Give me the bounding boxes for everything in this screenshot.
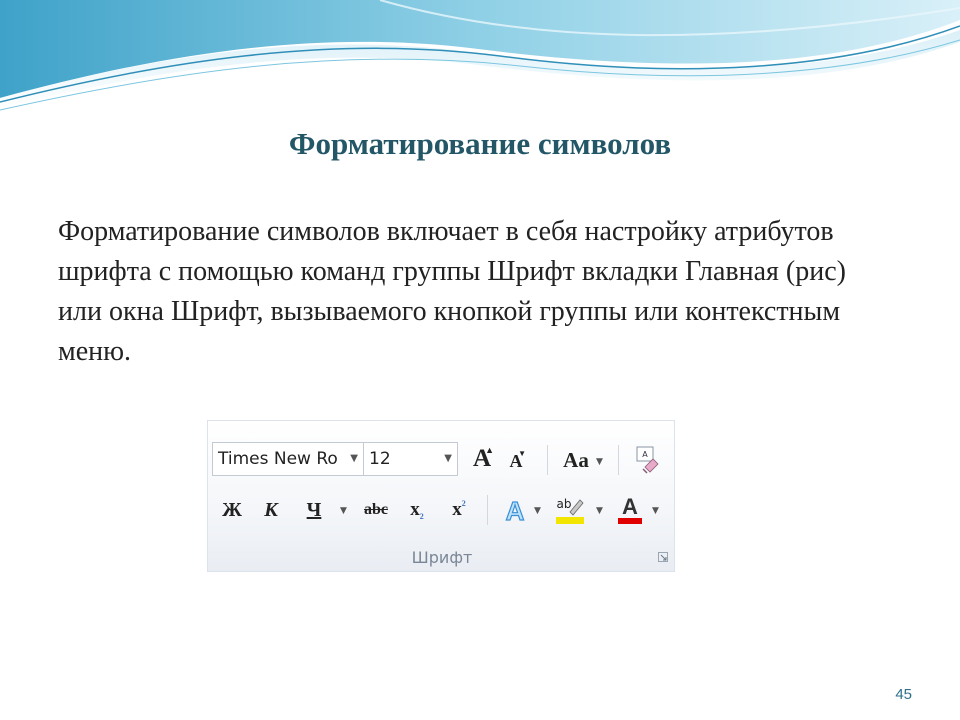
subscript-mark: 2: [419, 511, 424, 521]
clear-formatting-glyph: A: [642, 450, 648, 459]
italic-glyph: К: [264, 498, 278, 521]
bold-button[interactable]: Ж: [216, 495, 248, 525]
strikethrough-glyph: abc: [364, 501, 388, 518]
superscript-button[interactable]: x2: [444, 495, 474, 525]
italic-button[interactable]: К: [256, 495, 286, 525]
toolbar-separator: [618, 445, 619, 475]
highlight-button[interactable]: ab: [552, 493, 588, 527]
font-color-glyph: A: [622, 494, 638, 519]
subscript-glyph: x: [410, 499, 420, 520]
header-wave-decoration: [0, 0, 960, 111]
dialog-launcher-icon[interactable]: [658, 552, 668, 562]
font-color-icon: A: [618, 494, 642, 524]
superscript-glyph: x: [452, 499, 462, 520]
slide-title: Форматирование символов: [288, 126, 672, 161]
font-color-button[interactable]: A: [614, 493, 646, 527]
text-effects-icon: A: [505, 495, 525, 525]
text-effects-dropdown-icon[interactable]: ▼: [534, 506, 541, 516]
change-case-button[interactable]: Aa: [556, 445, 596, 475]
clear-formatting-icon: A: [636, 446, 659, 474]
superscript-mark: 2: [461, 498, 466, 508]
clear-formatting-button[interactable]: A: [628, 443, 664, 477]
highlight-glyph: ab: [557, 497, 572, 511]
font-name-combo[interactable]: Times New Ro ▼: [212, 442, 364, 476]
text-effects-button[interactable]: A: [498, 493, 532, 527]
underline-glyph: Ч: [306, 498, 322, 521]
page-number: 45: [895, 686, 912, 703]
font-size-combo[interactable]: 12 ▼: [363, 442, 458, 476]
highlight-marker-icon: ab: [556, 497, 584, 524]
font-ribbon-group: Times New Ro ▼ 12 ▼ A ▲ A ▼ Aa ▼ A Ж К Ч: [207, 420, 675, 572]
caret-up-icon: ▲: [485, 445, 494, 455]
strikethrough-button[interactable]: abc: [356, 495, 396, 525]
toolbar-separator: [547, 445, 548, 475]
font-color-dropdown-icon[interactable]: ▼: [652, 506, 659, 516]
chevron-down-icon: ▼: [444, 453, 452, 464]
subscript-button[interactable]: x2: [402, 495, 432, 525]
ribbon-group-label: Шрифт: [411, 548, 473, 567]
text-effects-glyph: A: [506, 496, 525, 525]
change-case-dropdown-icon[interactable]: ▼: [596, 457, 603, 467]
font-size-value: 12: [369, 449, 391, 469]
bold-glyph: Ж: [222, 498, 242, 521]
underline-dropdown-icon[interactable]: ▼: [340, 506, 347, 516]
underline-button[interactable]: Ч: [298, 495, 330, 525]
toolbar-separator: [487, 495, 488, 525]
highlight-dropdown-icon[interactable]: ▼: [596, 506, 603, 516]
change-case-glyph: Aa: [563, 447, 589, 472]
font-name-value: Times New Ro: [218, 449, 338, 469]
shrink-font-button[interactable]: A ▼: [502, 447, 530, 475]
caret-down-icon: ▼: [518, 449, 526, 458]
slide-body-text: Форматирование символов включает в себя …: [58, 216, 846, 367]
grow-font-button[interactable]: A ▲: [466, 443, 498, 475]
chevron-down-icon: ▼: [350, 453, 358, 464]
